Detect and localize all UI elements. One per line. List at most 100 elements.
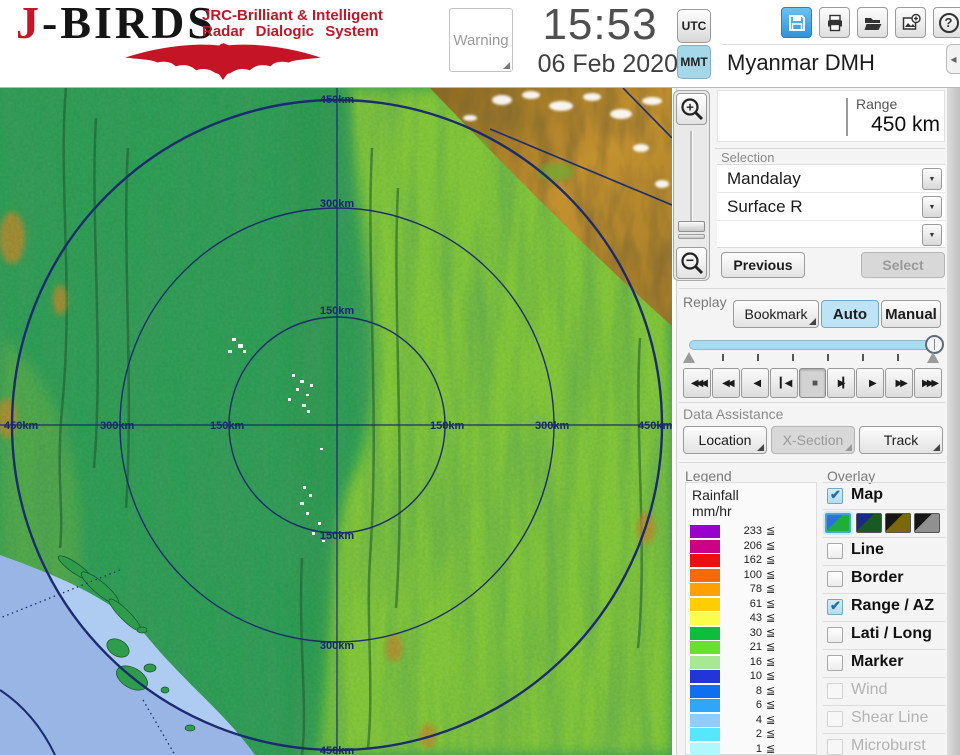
jbirds-window: 450km 300km 150km 150km 300km 450km 450k… — [0, 0, 960, 755]
playback-controls: ◀◀◀ ◀◀ ◀ ▎◀ ■ ▶▎ ▶ ▶▶ ▶▶▶ — [683, 368, 943, 398]
logo-tagline: JRC-Brilliant & Intelligent Radar Dialog… — [202, 8, 383, 40]
print-button[interactable] — [819, 7, 850, 38]
legend-color-swatch — [690, 539, 720, 553]
track-button[interactable]: Track — [859, 426, 943, 454]
legend-quantity: Rainfall — [692, 487, 739, 503]
printer-icon — [827, 14, 842, 31]
section-divider — [679, 288, 945, 289]
step-forward-button[interactable]: ▶▎ — [827, 368, 856, 398]
site-dropdown[interactable]: Mandalay ▼ — [717, 165, 945, 193]
zoom-slider-thumb[interactable] — [678, 221, 705, 232]
legend-operator: ≦ — [766, 568, 776, 581]
dropdown-arrow-icon[interactable]: ▼ — [922, 224, 942, 246]
rewind-button[interactable]: ◀◀ — [711, 368, 740, 398]
slider-start-marker-icon[interactable] — [683, 352, 695, 363]
legend-row: 6 ≦ — [686, 699, 816, 712]
wind-checkbox — [827, 683, 843, 699]
legend-color-swatch — [690, 655, 720, 669]
stop-button[interactable]: ■ — [798, 368, 827, 398]
legend-value: 78 — [749, 583, 762, 595]
marker-checkbox[interactable] — [827, 655, 843, 671]
mmt-button[interactable]: MMT — [677, 45, 711, 79]
range-az-checkbox[interactable]: ✔ — [827, 598, 843, 615]
step-back-button[interactable]: ▎◀ — [769, 368, 798, 398]
legend-operator: ≦ — [766, 612, 776, 624]
site-dropdown-value: Mandalay — [727, 169, 801, 188]
panel-collapse-button[interactable]: ◀ — [946, 44, 960, 74]
legend-value: 30 — [749, 626, 762, 639]
dropdown-arrow-icon[interactable]: ▼ — [922, 168, 942, 190]
legend-operator: ≦ — [766, 742, 776, 755]
legend-unit: mm/hr — [692, 503, 732, 519]
legend-row: 206 ≦ — [686, 539, 816, 553]
previous-button[interactable]: Previous — [721, 252, 805, 278]
dropdown-grip-icon — [933, 444, 940, 451]
section-divider — [715, 148, 945, 149]
section-divider — [679, 402, 945, 403]
legend-color-swatch — [690, 670, 720, 683]
map-style-swatch-1[interactable] — [825, 513, 851, 533]
line-checkbox[interactable] — [827, 543, 843, 559]
help-button[interactable]: ? — [933, 7, 960, 38]
map-checkbox[interactable]: ✔ — [827, 487, 843, 504]
dropdown-arrow-icon[interactable]: ▼ — [922, 196, 942, 218]
play-reverse-button[interactable]: ◀ — [740, 368, 769, 398]
map-style-swatch-3[interactable] — [885, 513, 911, 533]
map-style-swatch-2[interactable] — [856, 513, 882, 533]
zoom-out-button[interactable]: − — [676, 247, 707, 279]
zoom-slider-track[interactable] — [690, 131, 693, 225]
dropdown-grip-icon — [809, 318, 816, 325]
legend-value: 100 — [743, 568, 762, 581]
select-button[interactable]: Select — [861, 252, 945, 278]
logo-tagline-line2: Radar Dialogic System — [202, 23, 379, 40]
map-style-swatch-4[interactable] — [914, 513, 940, 533]
legend-operator: ≦ — [766, 713, 776, 726]
auto-button[interactable]: Auto — [821, 300, 879, 328]
legend-operator: ≦ — [766, 583, 776, 595]
lati-long-checkbox[interactable] — [827, 627, 843, 643]
location-button[interactable]: Location — [683, 426, 767, 454]
open-folder-button[interactable] — [857, 7, 888, 38]
legend-row: 2 ≦ — [686, 728, 816, 741]
add-image-button[interactable] — [895, 7, 926, 38]
image-plus-icon — [902, 13, 921, 30]
legend-box: Rainfall mm/hr 233 ≦ 206 ≦ 162 ≦ 100 ≦ 78 ≦ 6… — [685, 482, 817, 755]
select-label: Select — [882, 257, 924, 273]
overlay-label: Line — [851, 541, 884, 558]
question-mark-icon: ? — [938, 12, 959, 33]
legend-row: 30 ≦ — [686, 626, 816, 640]
legend-color-swatch — [690, 626, 720, 640]
product-dropdown[interactable]: Surface R ▼ — [717, 193, 945, 221]
utc-button[interactable]: UTC — [677, 9, 711, 43]
radar-map[interactable]: 450km 300km 150km 150km 300km 450km 450k… — [0, 87, 673, 755]
forward-button[interactable]: ▶▶ — [885, 368, 914, 398]
replay-slider-track[interactable] — [689, 340, 941, 350]
slider-end-marker-icon[interactable] — [927, 352, 939, 363]
play-button[interactable]: ▶ — [856, 368, 885, 398]
legend-operator: ≦ — [766, 525, 776, 537]
legend-value: 10 — [749, 670, 762, 682]
collapse-arrow-icon: ◀ — [950, 54, 957, 64]
legend-color-swatch — [690, 554, 720, 567]
legend-value: 4 — [755, 713, 762, 726]
rewind-fast-button[interactable]: ◀◀◀ — [683, 368, 711, 398]
microburst-checkbox — [827, 739, 843, 755]
overlay-row-wind: Wind — [823, 678, 945, 706]
xsection-button[interactable]: X-Section — [771, 426, 855, 454]
option-dropdown[interactable]: ▼ — [717, 221, 945, 249]
bookmark-button[interactable]: Bookmark — [733, 300, 819, 328]
zoom-in-button[interactable]: + — [676, 93, 707, 125]
border-checkbox[interactable] — [827, 571, 843, 587]
selection-label: Selection — [721, 150, 775, 165]
radar-map-canvas[interactable]: 450km 300km 150km 150km 300km 450km 450k… — [0, 87, 673, 755]
legend-value: 2 — [755, 728, 762, 740]
manual-button[interactable]: Manual — [881, 300, 941, 328]
legend-operator: ≦ — [766, 670, 776, 682]
overlay-row-line: Line — [823, 538, 945, 566]
forward-fast-button[interactable]: ▶▶▶ — [914, 368, 943, 398]
range-value: 450 km — [871, 113, 940, 136]
overlay-row-shear-line: Shear Line — [823, 706, 945, 734]
save-button[interactable] — [781, 7, 812, 38]
overlay-label: Map — [851, 486, 883, 503]
legend-operator: ≦ — [766, 728, 776, 740]
